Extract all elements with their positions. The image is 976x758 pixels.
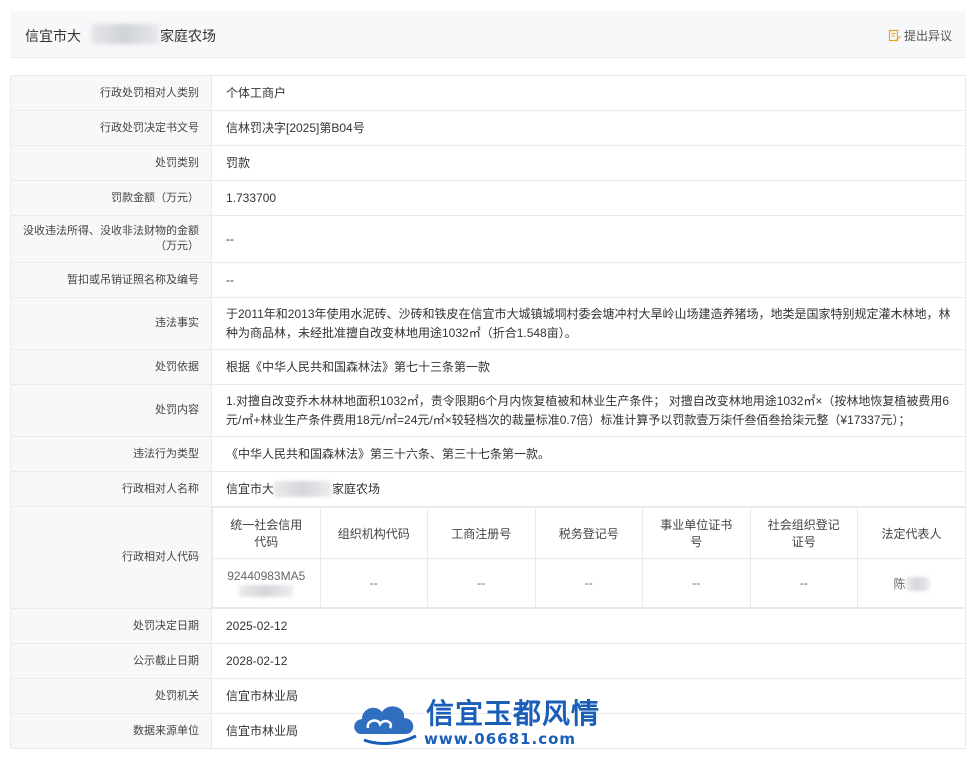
code-value: -- [427,558,536,608]
objection-button[interactable]: 提出异议 [888,27,952,44]
legal-rep-visible: 陈 [893,576,906,591]
redacted-code [239,584,294,597]
row-label: 罚款金额（万元） [10,180,212,216]
code-value: 陈 [857,558,965,608]
row-label: 行政处罚决定书文号 [10,110,212,146]
code-table-value-row: 92440983MA5 -- -- -- -- -- 陈 [212,558,965,608]
table-row: 罚款金额（万元） 1.733700 [10,180,966,216]
penalty-detail-table: 行政处罚相对人类别 个体工商户 行政处罚决定书文号 信林罚决字[2025]第B0… [10,75,966,749]
name-prefix: 信宜市大 [226,481,275,496]
row-value: 2028-02-12 [211,643,966,679]
row-label: 数据来源单位 [10,713,212,749]
code-table-cell: 统一社会信用代码 组织机构代码 工商注册号 税务登记号 事业单位证书号 社会组织… [211,506,966,609]
row-label: 行政相对人代码 [10,506,212,609]
row-value: 信宜市大 家庭农场 [211,471,966,507]
row-label: 违法行为类型 [10,436,212,472]
row-label: 处罚机关 [10,678,212,714]
page-header: 信宜市大 家庭农场 提出异议 [10,11,966,58]
row-value: 罚款 [211,145,966,181]
row-value: 个体工商户 [211,75,966,111]
edit-document-icon [888,29,901,42]
code-value: -- [534,558,643,608]
row-value: 于2011年和2013年使用水泥砖、沙砖和铁皮在信宜市大城镇城垌村委会塘冲村大旱… [211,297,966,350]
table-row: 处罚决定日期 2025-02-12 [10,608,966,644]
code-header: 税务登记号 [534,507,643,559]
redacted-name [91,24,159,44]
table-row: 行政处罚决定书文号 信林罚决字[2025]第B04号 [10,110,966,146]
code-header: 工商注册号 [427,507,536,559]
code-header: 统一社会信用代码 [212,507,321,559]
table-row: 违法行为类型 《中华人民共和国森林法》第三十六条、第三十七条第一款。 [10,436,966,472]
table-row: 没收违法所得、没收非法财物的金额（万元） -- [10,215,966,263]
code-table-header-row: 统一社会信用代码 组织机构代码 工商注册号 税务登记号 事业单位证书号 社会组织… [212,507,965,559]
row-label: 没收违法所得、没收非法财物的金额（万元） [10,215,212,263]
table-row: 数据来源单位 信宜市林业局 [10,713,966,749]
table-row: 处罚依据 根据《中华人民共和国森林法》第七十三条第一款 [10,349,966,385]
table-row: 公示截止日期 2028-02-12 [10,643,966,679]
table-row: 违法事实 于2011年和2013年使用水泥砖、沙砖和铁皮在信宜市大城镇城垌村委会… [10,297,966,350]
row-value: -- [211,262,966,298]
row-value: -- [211,215,966,263]
redacted-name [274,481,333,498]
row-value: 2025-02-12 [211,608,966,644]
table-row: 暂扣或吊销证照名称及编号 -- [10,262,966,298]
row-label: 处罚决定日期 [10,608,212,644]
code-header: 社会组织登记证号 [749,507,858,559]
code-header: 组织机构代码 [319,507,428,559]
code-header: 事业单位证书号 [642,507,751,559]
code-header: 法定代表人 [857,507,965,559]
table-row: 行政处罚相对人类别 个体工商户 [10,75,966,111]
objection-label: 提出异议 [903,29,952,43]
row-label: 违法事实 [10,297,212,350]
code-value: -- [319,558,428,608]
table-row: 处罚机关 信宜市林业局 [10,678,966,714]
row-label: 行政处罚相对人类别 [10,75,212,111]
name-suffix: 家庭农场 [332,481,381,496]
row-value: 信宜市林业局 [211,678,966,714]
code-table: 统一社会信用代码 组织机构代码 工商注册号 税务登记号 事业单位证书号 社会组织… [212,507,965,608]
row-value: 信林罚决字[2025]第B04号 [211,110,966,146]
table-row: 处罚类别 罚款 [10,145,966,181]
row-label: 行政相对人名称 [10,471,212,507]
row-value: 1.733700 [211,180,966,216]
page-title-prefix: 信宜市大 [25,28,81,44]
row-label: 公示截止日期 [10,643,212,679]
row-value: 信宜市林业局 [211,713,966,749]
table-row: 行政相对人代码 统一社会信用代码 组织机构代码 工商注册号 税务登记号 事业单位… [10,506,966,609]
row-value: 1.对擅自改变乔木林林地面积1032㎡，责令限期6个月内恢复植被和林业生产条件；… [211,384,966,437]
table-row: 处罚内容 1.对擅自改变乔木林林地面积1032㎡，责令限期6个月内恢复植被和林业… [10,384,966,437]
table-row: 行政相对人名称 信宜市大 家庭农场 [10,471,966,507]
row-value: 根据《中华人民共和国森林法》第七十三条第一款 [211,349,966,385]
page-title-suffix: 家庭农场 [160,28,216,44]
row-label: 暂扣或吊销证照名称及编号 [10,262,212,298]
code-value: -- [642,558,751,608]
code-value: -- [749,558,858,608]
row-value: 《中华人民共和国森林法》第三十六条、第三十七条第一款。 [211,436,966,472]
row-label: 处罚依据 [10,349,212,385]
code-value: 92440983MA5 [212,558,321,608]
redacted-rep [905,577,930,592]
row-label: 处罚类别 [10,145,212,181]
credit-code-visible: 92440983MA5 [227,569,306,583]
row-label: 处罚内容 [10,384,212,437]
